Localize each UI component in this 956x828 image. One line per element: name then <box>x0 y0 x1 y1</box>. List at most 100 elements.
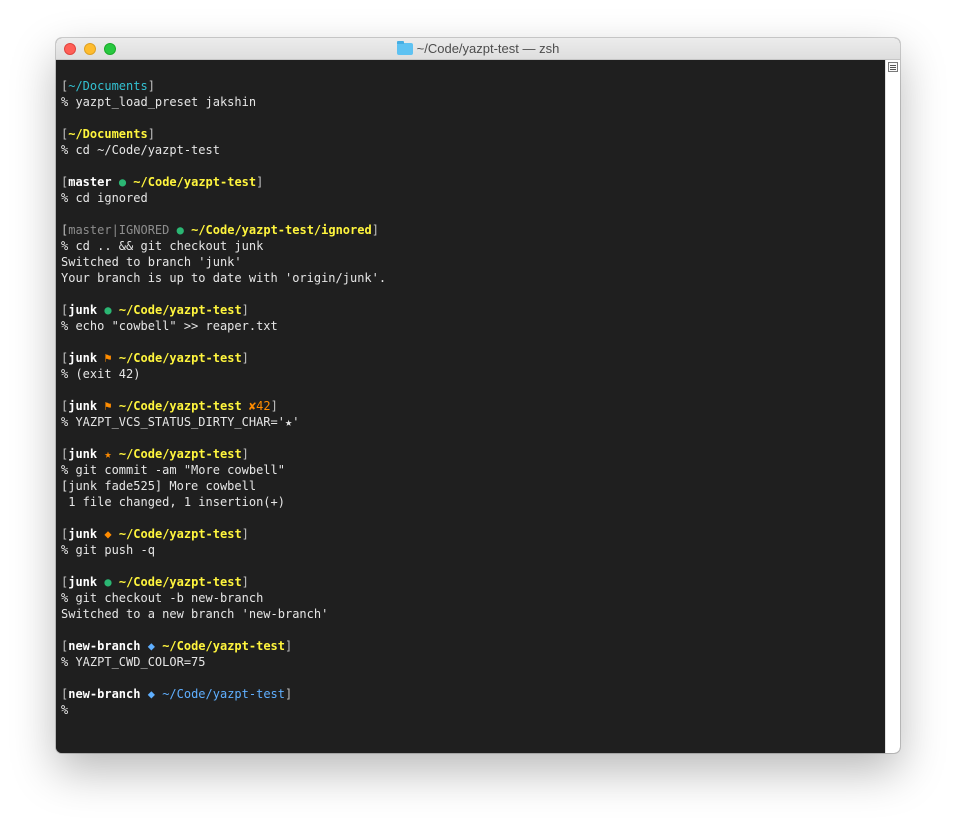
terminal-text-segment: ] <box>241 351 249 365</box>
terminal-text-segment: junk <box>68 527 98 541</box>
terminal-line: % YAZPT_CWD_COLOR=75 <box>61 654 206 670</box>
terminal-line: Your branch is up to date with 'origin/j… <box>61 270 386 286</box>
terminal-line: 1 file changed, 1 insertion(+) <box>61 494 285 510</box>
terminal-text-segment: % YAZPT_CWD_COLOR=75 <box>61 655 206 669</box>
terminal-text-segment: junk <box>68 303 98 317</box>
terminal-text-segment: ✘42 <box>248 399 271 413</box>
terminal-text-segment: ] <box>241 575 249 589</box>
terminal-text-segment: junk <box>68 399 98 413</box>
terminal-text-segment: Switched to a new branch 'new-branch' <box>61 607 329 621</box>
terminal-text-segment: ● <box>104 303 112 317</box>
terminal-text-segment: ~/Code/yazpt-test <box>133 175 257 189</box>
terminal-line: Switched to a new branch 'new-branch' <box>61 606 328 622</box>
terminal-line: % cd ~/Code/yazpt-test <box>61 142 220 158</box>
terminal-line: % git commit -am "More cowbell" <box>61 462 285 478</box>
terminal-text-segment: % git commit -am "More cowbell" <box>61 463 285 477</box>
terminal-text-segment: % <box>61 703 69 717</box>
terminal-text-segment: % YAZPT_VCS_STATUS_DIRTY_CHAR='★' <box>61 415 300 429</box>
window-title: ~/Code/yazpt-test — zsh <box>56 38 900 60</box>
terminal-text-segment: junk <box>68 447 98 461</box>
terminal-text-segment: ◆ <box>104 527 112 541</box>
terminal-text-segment: ~/Documents <box>68 127 148 141</box>
terminal-output[interactable]: [~/Documents]% yazpt_load_preset jakshin… <box>56 60 885 753</box>
terminal-window: ~/Code/yazpt-test — zsh [~/Documents]% y… <box>56 38 900 753</box>
terminal-text-segment: ] <box>147 79 155 93</box>
terminal-text-segment: ] <box>147 127 155 141</box>
title-bar[interactable]: ~/Code/yazpt-test — zsh <box>56 38 900 60</box>
terminal-line: [junk ★ ~/Code/yazpt-test] <box>61 446 249 462</box>
terminal-text-segment: % (exit 42) <box>61 367 141 381</box>
folder-icon <box>396 41 413 55</box>
terminal-text-segment: Your branch is up to date with 'origin/j… <box>61 271 387 285</box>
terminal-text-segment: % cd .. && git checkout junk <box>61 239 264 253</box>
terminal-text-segment: master|IGNORED <box>68 223 170 237</box>
terminal-text-segment: ~/Code/yazpt-test <box>162 687 286 701</box>
scrollbar[interactable] <box>885 60 900 753</box>
terminal-text-segment: ● <box>176 223 184 237</box>
terminal-text-segment: ] <box>371 223 379 237</box>
terminal-text-segment: ~/Code/yazpt-test <box>118 351 242 365</box>
terminal-text-segment: ~/Code/yazpt-test <box>162 639 286 653</box>
terminal-text-segment: junk <box>68 351 98 365</box>
terminal-text-segment: ● <box>118 175 127 189</box>
terminal-text-segment: ◆ <box>147 639 155 653</box>
terminal-text-segment: ~/Code/yazpt-test <box>118 399 242 413</box>
terminal-line: [junk ● ~/Code/yazpt-test] <box>61 302 249 318</box>
terminal-line: [~/Documents] <box>61 78 155 94</box>
terminal-line: % echo "cowbell" >> reaper.txt <box>61 318 278 334</box>
terminal-line: [junk ◆ ~/Code/yazpt-test] <box>61 526 249 542</box>
terminal-line: [junk ⚑ ~/Code/yazpt-test ✘42] <box>61 398 278 414</box>
terminal-line: % git checkout -b new-branch <box>61 590 263 606</box>
terminal-text-segment: [junk fade525] More cowbell <box>61 479 257 493</box>
terminal-text-segment: % cd ~/Code/yazpt-test <box>61 143 220 157</box>
terminal-text-segment: ~/Code/yazpt-test <box>118 575 242 589</box>
terminal-line: [junk fade525] More cowbell <box>61 478 256 494</box>
terminal-line: [master ● ~/Code/yazpt-test] <box>61 174 263 190</box>
terminal-line: % git push -q <box>61 542 155 558</box>
terminal-text-segment: ] <box>285 687 293 701</box>
terminal-line: % yazpt_load_preset jakshin <box>61 94 256 110</box>
terminal-text-segment: % echo "cowbell" >> reaper.txt <box>61 319 278 333</box>
terminal-line: % YAZPT_VCS_STATUS_DIRTY_CHAR='★' <box>61 414 299 430</box>
terminal-text-segment: ~/Code/yazpt-test <box>118 447 242 461</box>
terminal-text-segment: ⚑ <box>104 399 112 413</box>
terminal-line: [junk ⚑ ~/Code/yazpt-test] <box>61 350 249 366</box>
terminal-line: % <box>61 702 68 718</box>
terminal-text-segment: ⚑ <box>104 351 112 365</box>
terminal-line: % cd .. && git checkout junk <box>61 238 263 254</box>
terminal-text-segment: ] <box>285 639 293 653</box>
terminal-text-segment: ● <box>104 575 112 589</box>
terminal-text-segment: % cd ignored <box>61 191 148 205</box>
terminal-text-segment: ] <box>241 447 249 461</box>
terminal-text-segment: new-branch <box>68 639 141 653</box>
terminal-line: [junk ● ~/Code/yazpt-test] <box>61 574 249 590</box>
terminal-text-segment: % git checkout -b new-branch <box>61 591 264 605</box>
terminal-text-segment: ] <box>241 527 249 541</box>
terminal-text-segment: % yazpt_load_preset jakshin <box>61 95 257 109</box>
terminal-line: [new-branch ◆ ~/Code/yazpt-test] <box>61 686 292 702</box>
terminal-text-segment: ] <box>241 303 249 317</box>
scrollbar-menu-icon[interactable] <box>888 62 898 72</box>
terminal-text-segment: Switched to branch 'junk' <box>61 255 242 269</box>
terminal-text-segment: master <box>68 175 112 189</box>
terminal-line: % cd ignored <box>61 190 148 206</box>
terminal-text-segment: ] <box>256 175 264 189</box>
window-title-text: ~/Code/yazpt-test — zsh <box>416 41 560 56</box>
terminal-text-segment: ~/Code/yazpt-test <box>118 303 242 317</box>
terminal-text-segment: 1 file changed, 1 insertion(+) <box>61 495 285 509</box>
terminal-text-segment: % git push -q <box>61 543 155 557</box>
terminal-line: [new-branch ◆ ~/Code/yazpt-test] <box>61 638 292 654</box>
terminal-text-segment: ◆ <box>147 687 155 701</box>
terminal-text-segment: ~/Code/yazpt-test/ignored <box>191 223 372 237</box>
terminal-text-segment: new-branch <box>68 687 141 701</box>
terminal-text-segment: ~/Documents <box>68 79 148 93</box>
